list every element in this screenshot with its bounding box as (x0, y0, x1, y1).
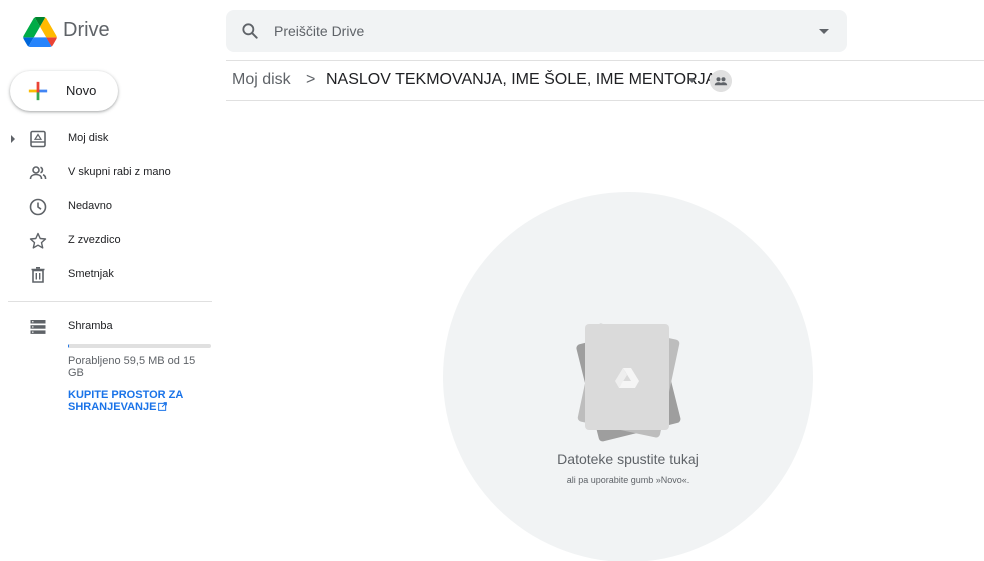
drive-logo-icon[interactable] (22, 17, 58, 47)
sidebar-item-trash[interactable]: Smetnjak (0, 258, 212, 292)
buy-storage-link[interactable]: KUPITE PROSTOR ZA SHRANJEVANJE (68, 389, 208, 413)
clock-icon (29, 198, 47, 216)
plus-icon (28, 81, 48, 101)
new-button-label: Novo (66, 83, 97, 98)
storage-icon (30, 320, 46, 334)
search-icon[interactable] (240, 21, 260, 41)
sidebar-item-starred[interactable]: Z zvezdico (0, 224, 212, 258)
new-button[interactable]: Novo (10, 71, 118, 111)
main-divider (226, 100, 984, 101)
expand-arrow-icon[interactable] (11, 135, 15, 143)
drive-files-illustration-icon (576, 323, 681, 442)
sidebar-item-label: Smetnjak (68, 268, 114, 280)
trash-icon (31, 267, 45, 283)
sidebar: Moj disk V skupni rabi z mano Nedavno Z … (0, 122, 212, 292)
search-bar[interactable] (226, 10, 847, 52)
storage-used-text: Porabljeno 59,5 MB od 15 GB (68, 355, 196, 379)
breadcrumb-my-drive[interactable]: Moj disk (232, 71, 291, 89)
shared-with-me-icon (29, 166, 47, 180)
folder-menu-caret-icon[interactable] (688, 79, 696, 83)
top-bar: Drive (0, 0, 984, 61)
star-icon (29, 232, 47, 249)
sidebar-item-my-drive[interactable]: Moj disk (0, 122, 212, 156)
drop-files-title: Datoteke spustite tukaj (557, 451, 699, 467)
external-link-icon (158, 402, 168, 411)
storage-progress-fill (68, 344, 70, 348)
shared-folder-icon[interactable] (710, 70, 732, 92)
my-drive-icon (30, 130, 46, 148)
header-divider (226, 60, 984, 61)
app-title[interactable]: Drive (63, 19, 110, 42)
sidebar-item-label: Moj disk (68, 132, 109, 144)
sidebar-item-label: Z zvezdico (68, 234, 121, 246)
sidebar-item-label: Nedavno (68, 200, 113, 212)
sidebar-item-shared-with-me[interactable]: V skupni rabi z mano (0, 156, 212, 190)
storage-progress-bar (68, 344, 211, 348)
sidebar-item-label: V skupni rabi z mano (68, 166, 171, 178)
storage-label[interactable]: Shramba (68, 320, 113, 332)
drop-files-subtitle: ali pa uporabite gumb »Novo«. (566, 475, 690, 485)
breadcrumb-separator: > (306, 71, 316, 88)
sidebar-divider (8, 301, 212, 302)
sidebar-item-recent[interactable]: Nedavno (0, 190, 212, 224)
breadcrumb-current-folder[interactable]: NASLOV TEKMOVANJA, IME ŠOLE, IME MENTORJ… (326, 71, 716, 89)
search-input[interactable] (274, 10, 814, 52)
search-options-icon[interactable] (819, 29, 829, 34)
